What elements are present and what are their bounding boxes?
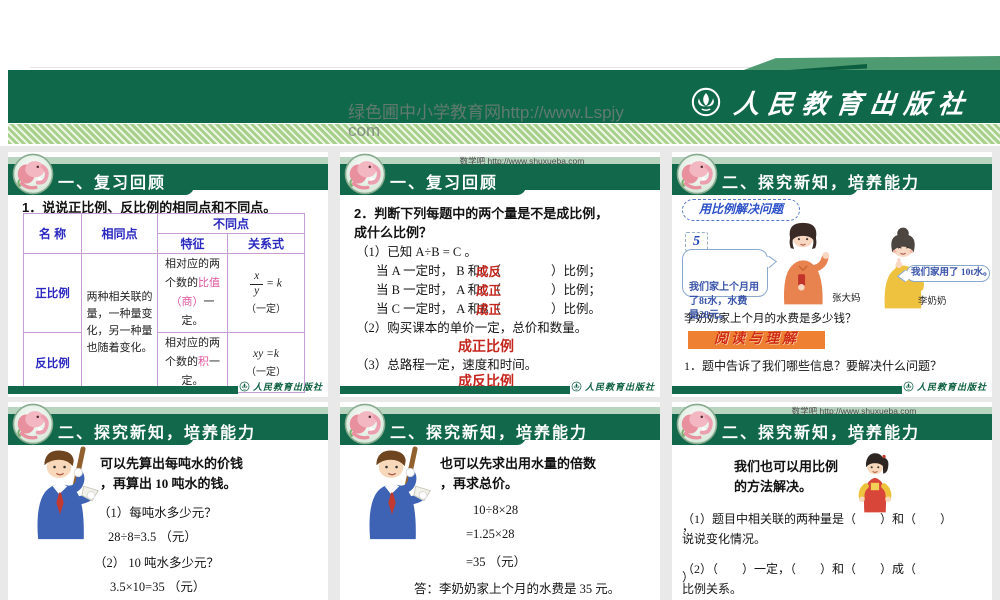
calc-line: 10÷8×28 xyxy=(473,503,519,517)
page: 人民教育出版社 绿色圃中小学教育网http://www.Lspjy com 一、… xyxy=(0,0,1000,600)
pep-ring-icon xyxy=(239,381,250,392)
sub-question: 当 A 一定时， B 和C（ ）比例； 成反 xyxy=(376,260,601,279)
slide-title: 二、探究新知，培养能力 xyxy=(722,175,921,192)
sub-question: 当 B 一定时， A 和C（ ）比例； 成正 xyxy=(376,279,601,298)
boy-character xyxy=(350,446,434,541)
publisher-logo: 人民教育出版社 xyxy=(690,84,974,120)
same-point-cell: 两种相关联的量，一种量变化，另一种量也随着变化。 xyxy=(81,253,158,393)
slide-5[interactable]: 二、探究新知，培养能力 也可以先求出用水量的倍数 ，再求总价。 10÷8×28 … xyxy=(340,402,660,600)
method-hint: 可以先算出每吨水的价钱 ，再算出 10 吨水的钱。 xyxy=(100,456,244,491)
col-header-feature: 特征 xyxy=(157,233,228,254)
girl-character xyxy=(854,450,896,514)
formula-cell: xy = k （一定） xyxy=(226,253,306,333)
calc-line: 28÷8=3.5 （元） xyxy=(108,530,197,544)
publisher-name: 人民教育出版社 xyxy=(732,89,974,119)
answer-overlay: 成反 xyxy=(476,265,502,279)
slide-3[interactable]: 二、探究新知，培养能力 用比例解决问题 5 我们家上个月用 了8t水，水费 是2… xyxy=(672,152,992,397)
site-watermark: 绿色圃中小学教育网http://www.Lspjy com xyxy=(348,103,624,140)
slide-title: 二、探究新知，培养能力 xyxy=(58,425,257,442)
slide-title: 一、复习回顾 xyxy=(58,175,167,192)
calc-line: 3.5×10=35 （元） xyxy=(110,580,206,594)
sub-question: 当 C 一定时， A 和B（ ）比例。 成正 xyxy=(376,298,601,317)
slide-footer-logo: 人民教育出版社 xyxy=(239,380,323,393)
fill-blank-q1-end: 说说变化情况。 xyxy=(682,532,767,546)
elephant-mascot-icon xyxy=(12,153,54,195)
boy-character xyxy=(18,446,102,541)
fill-blank-q2: （2）（ ）一定，（ ）和（ ）成（ xyxy=(682,562,917,576)
slide-6[interactable]: 数学吧 http://www.shuxueba.com 二、探究新知，培养能力 … xyxy=(672,402,992,600)
slide-1[interactable]: 一、复习回顾 1．说说正比例、反比例的相同点和不同点。 名 称 相同点 不同点 … xyxy=(8,152,328,397)
elephant-mascot-icon xyxy=(344,403,386,445)
elephant-mascot-icon xyxy=(676,153,718,195)
pep-ring-icon xyxy=(903,381,914,392)
question-line-1: 2．判断下列每题中的两个量是不是成比例， xyxy=(354,206,609,221)
calc-line: =35 （元） xyxy=(466,555,527,569)
method-hint: 我们也可以用比例 的方法解决。 xyxy=(734,459,839,494)
slide-4[interactable]: 二、探究新知，培养能力 可以先算出每吨水的价钱 ，再算出 10 吨水的钱。 （1… xyxy=(8,402,328,600)
col-header-name: 名 称 xyxy=(23,213,82,254)
elephant-mascot-icon xyxy=(12,403,54,445)
col-header-formula: 关系式 xyxy=(226,233,306,254)
calc-line: =1.25×28 xyxy=(466,527,515,541)
person-label-right: 李奶奶 xyxy=(918,297,947,307)
shuxueba-watermark: 数学吧 http://www.shuxueba.com xyxy=(791,406,917,416)
speech-bubble-left: 我们家上个月用 了8t水，水费 是28元。 xyxy=(682,249,778,321)
slide-2[interactable]: 数学吧 http://www.shuxueba.com 一、复习回顾 2．判断下… xyxy=(340,152,660,397)
feature-cell: 相对应的两个数的积一定。 xyxy=(157,332,228,393)
fill-blank-q1: （1）题目中相关联的两种量是（ ）和（ ） xyxy=(682,512,953,526)
fill-blank-q2-end: 比例关系。 xyxy=(682,582,743,596)
slide-title: 一、复习回顾 xyxy=(390,175,499,192)
prompt-question: 1．题中告诉了我们哪些信息？要解决什么问题？ xyxy=(684,359,943,373)
pep-ring-icon xyxy=(571,381,582,392)
answer-overlay: 成正 xyxy=(476,284,502,298)
question-line-2: 成什么比例？ xyxy=(354,225,433,240)
section-banner: 阅读与理解 xyxy=(688,331,825,349)
col-header-diff: 不同点 xyxy=(156,213,306,234)
person-label-left: 张大妈 xyxy=(832,294,861,304)
pep-ring-icon xyxy=(690,86,722,118)
shuxueba-watermark: 数学吧 http://www.shuxueba.com xyxy=(459,156,585,166)
slide-footer-logo: 人民教育出版社 xyxy=(571,380,655,393)
calc-line: （1）每吨水多少元？ xyxy=(98,506,217,520)
slide-footer-logo: 人民教育出版社 xyxy=(903,380,987,393)
col-header-same: 相同点 xyxy=(81,213,158,254)
method-hint: 也可以先求出用水量的倍数 ，再求总价。 xyxy=(440,456,597,491)
item-2: （2）购买课本的单价一定，总价和数量。 xyxy=(356,321,588,335)
slide-title: 二、探究新知，培养能力 xyxy=(722,425,921,442)
item-1: （1）已知 A÷B = C 。 xyxy=(356,245,477,259)
comparison-table: 名 称 相同点 不同点 特征 关系式 正比例 两种相关联的量，一种量变化，另一种… xyxy=(23,213,306,393)
table-row: 正比例 两种相关联的量，一种量变化，另一种量也随着变化。 相对应的两个数的比值（… xyxy=(23,253,306,393)
answer-2: 成正比例 xyxy=(458,340,514,355)
slide-footer-bar xyxy=(8,386,238,394)
woman-zhangdama xyxy=(769,218,837,306)
answer-line: 答：李奶奶家上个月的水费是 35 元。 xyxy=(414,582,621,596)
speech-bubble-right: 我们家用了 10t水。 xyxy=(896,265,992,283)
slide-title: 二、探究新知，培养能力 xyxy=(390,425,589,442)
feature-cell: 相对应的两个数的比值（商）一定。 xyxy=(157,253,228,333)
calc-line: （2） 10 吨水多少元？ xyxy=(94,556,220,570)
answer-overlay: 成正 xyxy=(476,303,502,317)
